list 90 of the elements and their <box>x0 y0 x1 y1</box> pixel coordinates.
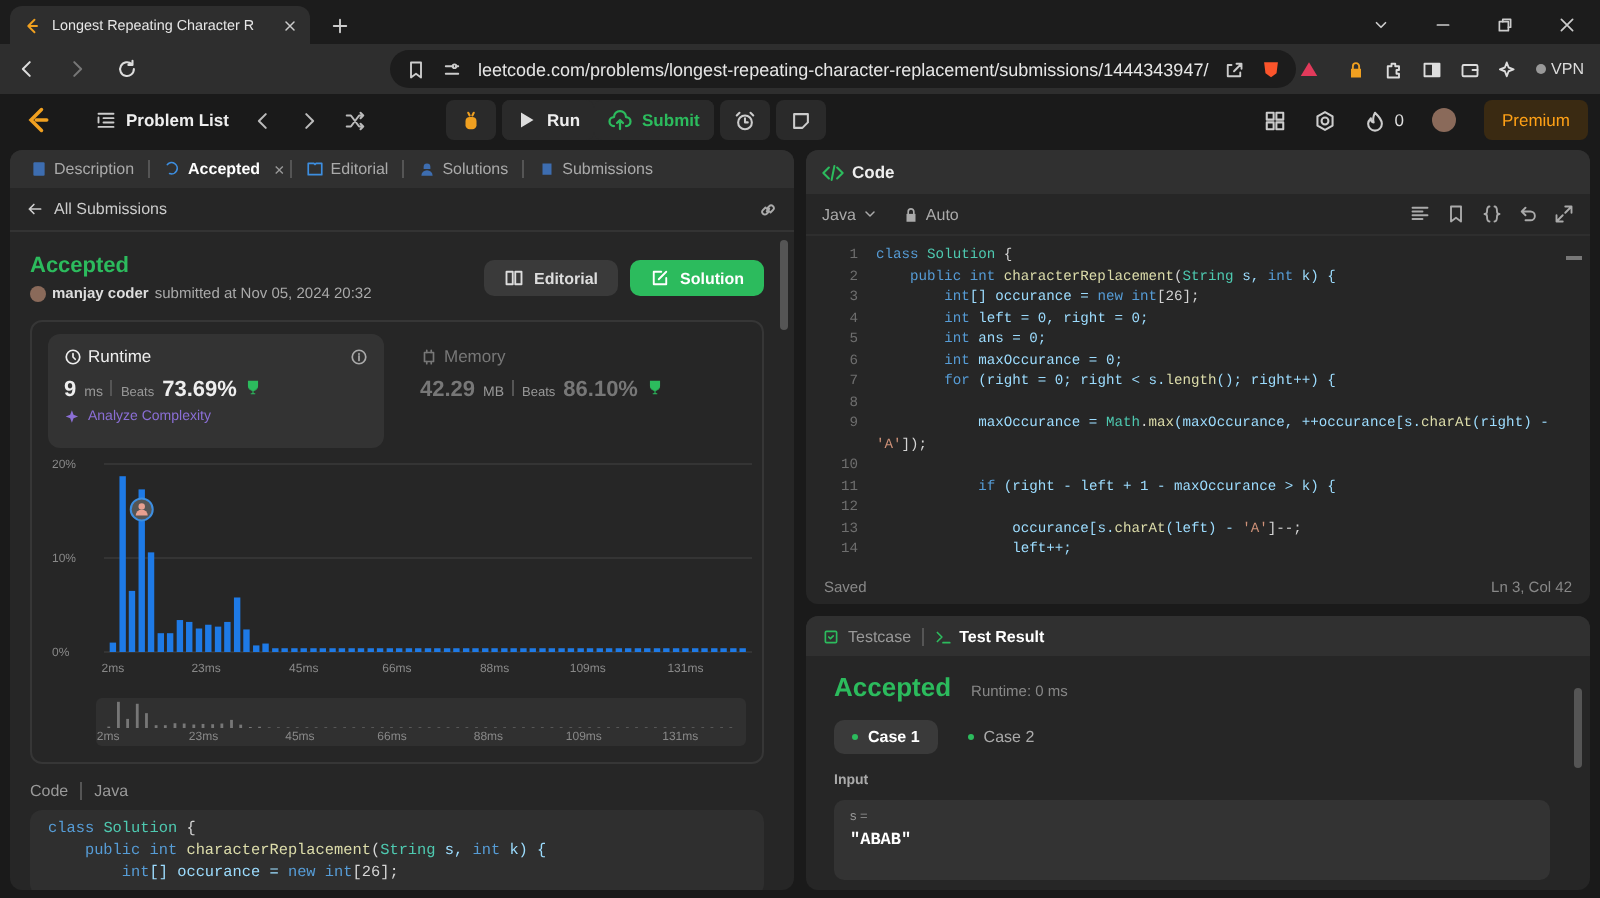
trophy-icon <box>244 378 263 396</box>
language-dropdown[interactable]: Java <box>822 205 878 223</box>
scrollbar[interactable] <box>780 240 788 330</box>
streak-counter[interactable]: 0 <box>1364 109 1404 131</box>
clock-icon <box>64 347 82 365</box>
edit-icon <box>650 268 670 288</box>
case-tab[interactable]: Case 1 <box>834 720 938 754</box>
terminal-icon <box>933 627 952 645</box>
play-icon <box>516 110 537 130</box>
all-submissions-link[interactable]: All Submissions <box>26 200 167 218</box>
share-icon[interactable] <box>1224 59 1245 79</box>
problem-list-button[interactable]: Problem List <box>96 110 229 130</box>
scrollbar[interactable] <box>1574 688 1582 768</box>
reload-icon[interactable] <box>116 58 138 80</box>
info-icon[interactable] <box>350 347 368 365</box>
book-icon <box>503 268 524 288</box>
note-icon <box>789 109 812 131</box>
panel-tab[interactable]: Editorial <box>298 156 397 182</box>
lock-icon[interactable] <box>1345 59 1366 79</box>
stat-value: 9 <box>64 378 77 402</box>
tab-icon <box>164 160 183 178</box>
sparkle-icon[interactable] <box>1497 59 1518 79</box>
triangle-icon[interactable] <box>1298 58 1321 80</box>
cloud-upload-icon <box>608 108 633 132</box>
url-text: leetcode.com/problems/longest-repeating-character-replacement/submissions/1444343947/ <box>478 59 1209 79</box>
chevron-down-icon <box>861 206 878 222</box>
code-label: Code <box>30 782 69 800</box>
user-avatar <box>30 285 46 301</box>
back-arrow-icon <box>26 200 44 218</box>
tab-icon <box>418 160 437 178</box>
undo-icon[interactable] <box>1518 204 1538 224</box>
alarm-clock-icon <box>733 109 756 131</box>
close-tab-button[interactable]: × <box>274 159 285 179</box>
lock-icon <box>901 205 920 223</box>
debug-button[interactable] <box>446 100 497 140</box>
panel-tab[interactable]: Accepted <box>156 156 269 182</box>
cursor-marker <box>1566 256 1582 259</box>
beats-percent: 86.10% <box>563 378 638 402</box>
premium-button[interactable]: Premium <box>1483 100 1588 140</box>
restore-icon[interactable] <box>1496 16 1514 34</box>
chevron-down-icon[interactable] <box>1372 16 1390 34</box>
panel-tab[interactable]: Solutions <box>410 156 517 182</box>
chip-icon <box>420 347 438 365</box>
avatar[interactable] <box>1431 108 1456 132</box>
panel-title: Code <box>852 162 895 182</box>
panel-tab[interactable]: Description <box>22 156 143 182</box>
new-tab-icon[interactable] <box>330 16 350 36</box>
editorial-button[interactable]: Editorial <box>483 260 618 296</box>
list-icon <box>96 110 116 130</box>
link-icon[interactable] <box>758 199 778 219</box>
tab-icon <box>306 160 325 178</box>
flame-icon <box>1364 109 1387 131</box>
code-icon <box>822 161 844 183</box>
case-tab[interactable]: Case 2 <box>949 720 1053 754</box>
sparkle-icon <box>64 408 82 426</box>
format-icon[interactable] <box>1410 204 1430 224</box>
alarm-clock-button[interactable] <box>719 100 770 140</box>
panel-tab[interactable]: Testcase <box>822 627 912 645</box>
bug-icon <box>460 109 483 131</box>
shuffle-icon[interactable] <box>344 109 367 131</box>
panel-tab[interactable]: Test Result <box>933 627 1045 645</box>
wallet-icon[interactable] <box>1459 59 1480 79</box>
stat-title: Memory <box>444 346 506 366</box>
trophy-icon <box>645 378 664 396</box>
bookmark-icon[interactable] <box>1446 204 1466 224</box>
auto-mode-toggle[interactable]: Auto <box>901 205 959 223</box>
settings-icon[interactable] <box>1314 109 1337 131</box>
puzzle-icon[interactable] <box>1383 59 1404 79</box>
sidebar-icon[interactable] <box>1421 59 1442 79</box>
layout-grid-icon[interactable] <box>1264 109 1287 131</box>
site-settings-icon[interactable] <box>442 59 462 79</box>
tab-icon <box>30 160 48 178</box>
panel-tab[interactable]: Submissions <box>530 156 661 182</box>
language-label: Java <box>94 782 129 800</box>
submission-status: Accepted <box>30 254 132 278</box>
user-marker-icon <box>129 497 154 522</box>
bookmark-icon[interactable] <box>406 59 426 79</box>
result-status: Accepted <box>834 672 952 702</box>
stat-value: 42.29 <box>420 378 476 402</box>
close-icon[interactable] <box>282 17 298 33</box>
beats-percent: 73.69% <box>162 378 237 402</box>
braces-icon[interactable] <box>1482 204 1502 224</box>
note-button[interactable] <box>775 100 826 140</box>
checkbox-icon <box>822 627 840 645</box>
param-value: "ABAB" <box>850 830 914 850</box>
stat-title: Runtime <box>88 346 152 366</box>
vpn-button[interactable]: VPN <box>1535 60 1584 78</box>
tab-icon <box>538 160 557 178</box>
expand-icon[interactable] <box>1554 204 1574 224</box>
close-icon[interactable] <box>1558 16 1576 34</box>
